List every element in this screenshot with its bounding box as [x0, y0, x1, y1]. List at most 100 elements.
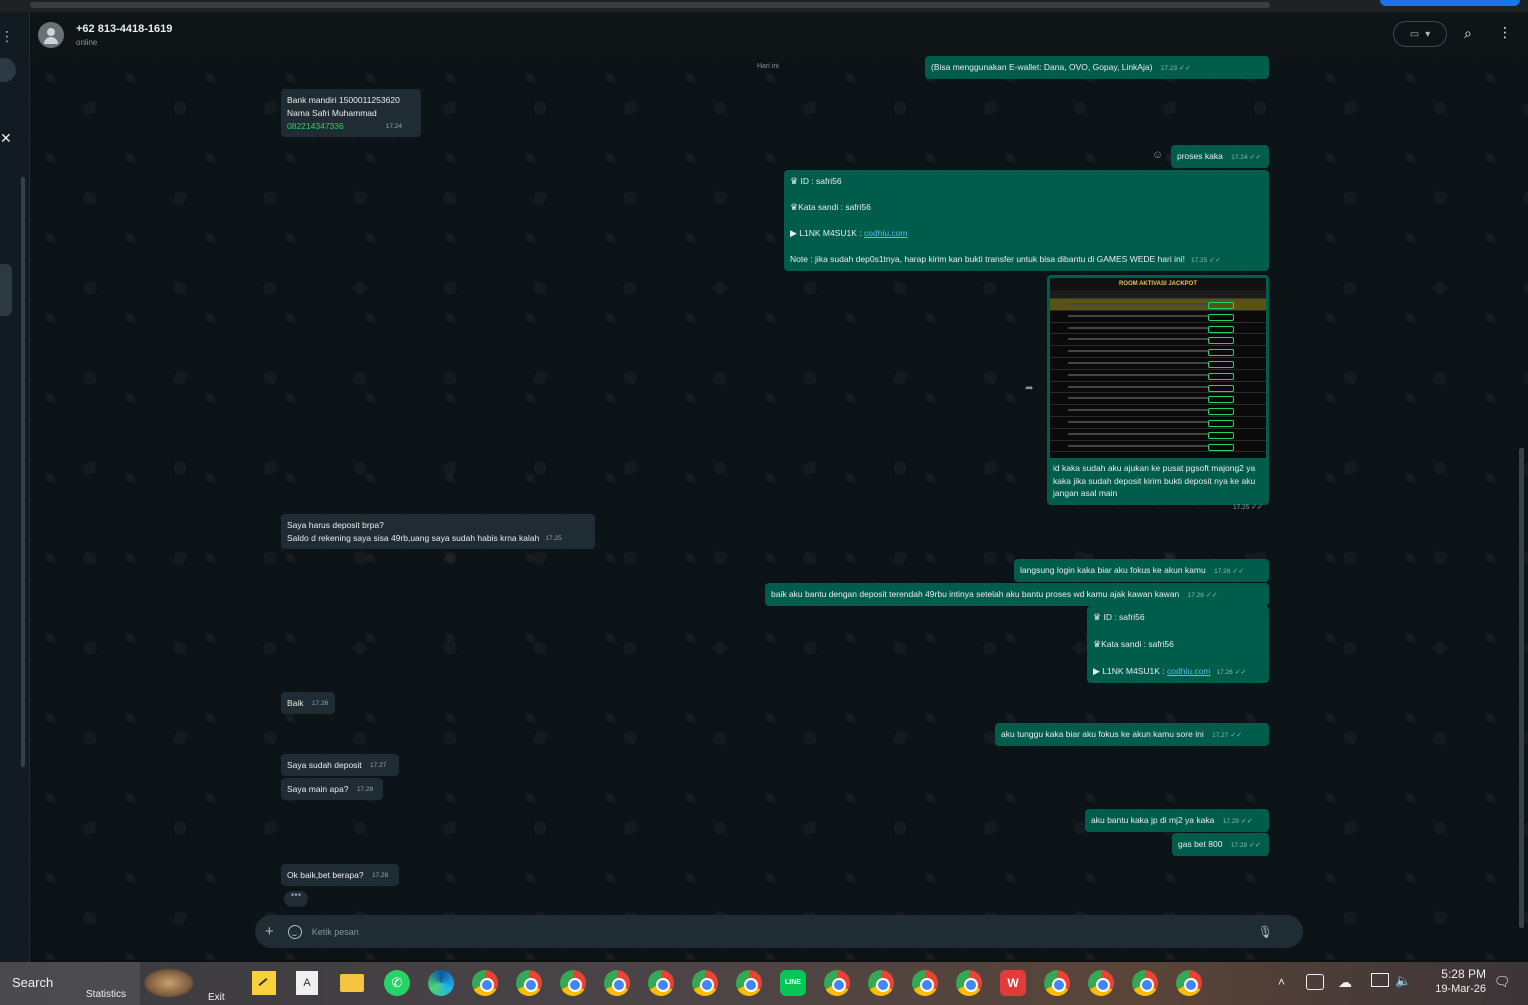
message-incoming[interactable]: Bank mandiri 1500011253620 Nama Safri Mu…: [281, 89, 421, 137]
chrome-icon[interactable]: [868, 970, 894, 996]
message-incoming[interactable]: Ok baik,bet berapa? 17.28: [281, 864, 399, 886]
message-text: Ok baik,bet berapa?: [287, 870, 364, 880]
shared-image[interactable]: ROOM AKTIVASI JACKPOT: [1050, 278, 1266, 458]
image-table-row: [1050, 429, 1266, 441]
crown-icon: ♛: [790, 202, 799, 212]
chrome-icon[interactable]: [604, 970, 630, 996]
emoji-sticker-icon[interactable]: [287, 924, 302, 939]
message-line: Saldo d rekening saya sisa 49rb,uang say…: [287, 533, 540, 543]
chrome-icon[interactable]: [824, 970, 850, 996]
message-input[interactable]: [311, 926, 1252, 937]
clock-date[interactable]: 19-Mar-26: [1426, 983, 1486, 995]
message-time: 17.23: [1160, 65, 1178, 72]
chrome-icon[interactable]: [648, 970, 674, 996]
message-note: Note : jika sudah dep0s1tnya, harap kiri…: [790, 254, 1185, 264]
message-time: 17.26: [1187, 592, 1204, 599]
forward-icon[interactable]: ➦: [1025, 383, 1033, 394]
exit-label[interactable]: Exit: [208, 992, 225, 1003]
message-outgoing[interactable]: proses kaka 17.24 ✓✓: [1171, 145, 1269, 168]
microphone-icon[interactable]: 🎙: [1258, 925, 1273, 939]
chrome-icon[interactable]: [1176, 970, 1202, 996]
network-icon[interactable]: [1371, 973, 1389, 987]
chrome-icon[interactable]: [692, 970, 718, 996]
emoji-react-icon[interactable]: ☺: [1152, 149, 1163, 161]
chrome-icon[interactable]: [912, 970, 938, 996]
chat-area: [30, 58, 1528, 960]
message-time: 17.27: [370, 762, 387, 769]
browser-top-strip: [0, 0, 1528, 12]
wordpad-icon[interactable]: A: [296, 971, 318, 995]
notification-icon[interactable]: 🗨: [1494, 974, 1511, 990]
crown-icon: ♛: [1093, 639, 1102, 649]
message-outgoing[interactable]: gas bet 800 17.28 ✓✓: [1172, 833, 1269, 856]
read-receipt-icon: ✓✓: [1209, 257, 1221, 264]
read-receipt-icon: ✓✓: [1249, 154, 1262, 161]
cloud-icon[interactable]: ☁: [1338, 974, 1352, 991]
chrome-icon[interactable]: [956, 970, 982, 996]
message-outgoing[interactable]: aku bantu kaka jp di mj2 ya kaka 17.28 ✓✓: [1085, 809, 1269, 832]
image-table-row: [1050, 441, 1266, 453]
message-time: 17.28: [356, 786, 374, 793]
message-outgoing[interactable]: langsung login kaka biar aku fokus ke ak…: [1014, 559, 1269, 582]
file-explorer-icon[interactable]: [340, 974, 364, 992]
attach-plus-icon[interactable]: +: [265, 923, 274, 940]
search-icon[interactable]: ⌕: [1464, 25, 1472, 42]
clock-time[interactable]: 5:28 PM: [1434, 967, 1486, 981]
message-outgoing[interactable]: (Bisa menggunakan E-wallet: Dana, OVO, G…: [925, 56, 1269, 79]
statistics-label[interactable]: Statistics: [86, 989, 126, 1000]
line-app-icon[interactable]: LINE: [780, 970, 806, 996]
widget-image[interactable]: [143, 968, 195, 998]
video-call-button[interactable]: ▭ ▾: [1393, 21, 1447, 47]
chat-scrollbar[interactable]: [1519, 448, 1524, 928]
chrome-icon[interactable]: [1132, 970, 1158, 996]
contact-info[interactable]: +62 813-4418-1619 online: [76, 23, 172, 47]
more-options-icon[interactable]: ⋮: [1498, 24, 1512, 41]
chrome-icon[interactable]: [516, 970, 542, 996]
read-receipt-icon: ✓✓: [1230, 732, 1243, 739]
message-pass-line: Kata sandi : safri56: [1101, 639, 1174, 649]
image-table-row: [1050, 417, 1266, 429]
message-time: 17.27: [1212, 732, 1229, 739]
message-incoming[interactable]: Saya harus deposit brpa? Saldo d rekenin…: [281, 514, 595, 549]
message-outgoing-image[interactable]: ROOM AKTIVASI JACKPOT id kaka sudah aku …: [1047, 275, 1269, 511]
phone-link[interactable]: 082214347336: [287, 121, 344, 131]
crown-icon: ♛: [1093, 612, 1102, 622]
browser-action-button[interactable]: [1380, 0, 1520, 6]
sidebar-scrollbar[interactable]: [21, 177, 25, 767]
message-line: Bank mandiri 1500011253620: [287, 95, 400, 105]
message-outgoing[interactable]: aku tunggu kaka biar aku fokus ke akun k…: [995, 723, 1269, 746]
message-outgoing[interactable]: baik aku bantu dengan deposit terendah 4…: [765, 583, 1269, 606]
image-table-row: [1050, 346, 1266, 358]
wps-office-icon[interactable]: W: [1000, 970, 1026, 996]
tray-app-icon[interactable]: [1306, 974, 1324, 990]
message-incoming[interactable]: Saya main apa? 17.28: [281, 778, 383, 800]
close-icon[interactable]: ✕: [0, 130, 12, 147]
chevron-up-icon[interactable]: ˄: [1278, 975, 1285, 989]
sticky-notes-icon[interactable]: [252, 971, 276, 995]
message-outgoing[interactable]: ♛ ID : safri56 ♛Kata sandi : safri56 ▶ L…: [1087, 606, 1269, 683]
edge-icon[interactable]: [428, 970, 454, 996]
chat-header: +62 813-4418-1619 online ▭ ▾ ⌕ ⋮: [30, 12, 1528, 58]
chrome-icon[interactable]: [560, 970, 586, 996]
chrome-icon[interactable]: [1088, 970, 1114, 996]
speaker-icon[interactable]: 🔈: [1395, 973, 1411, 989]
avatar[interactable]: [38, 22, 64, 48]
sidebar-menu-icon[interactable]: ⋮: [0, 28, 14, 45]
sidebar-selected-chat[interactable]: [0, 264, 12, 316]
message-link[interactable]: codhiu.com: [1167, 666, 1210, 676]
message-time: 17.25: [1190, 257, 1208, 264]
sidebar-search-pill[interactable]: [0, 58, 16, 82]
chrome-icon[interactable]: [472, 970, 498, 996]
message-outgoing[interactable]: ♛ ID : safri56 ♛Kata sandi : safri56 ▶ L…: [784, 170, 1269, 271]
message-text: gas bet 800: [1178, 839, 1223, 849]
read-receipt-icon: ✓✓: [1232, 568, 1245, 575]
whatsapp-icon[interactable]: ✆: [384, 970, 410, 996]
read-receipt-icon: ✓✓: [1240, 818, 1253, 825]
message-link[interactable]: codhiu.com: [864, 228, 907, 238]
chrome-icon[interactable]: [1044, 970, 1070, 996]
message-time: 17.25: [545, 535, 562, 542]
message-incoming[interactable]: Saya sudah deposit 17.27: [281, 754, 399, 776]
chrome-icon[interactable]: [736, 970, 762, 996]
message-incoming[interactable]: Baik 17.26: [281, 692, 335, 714]
message-time: 17.28: [371, 872, 389, 879]
